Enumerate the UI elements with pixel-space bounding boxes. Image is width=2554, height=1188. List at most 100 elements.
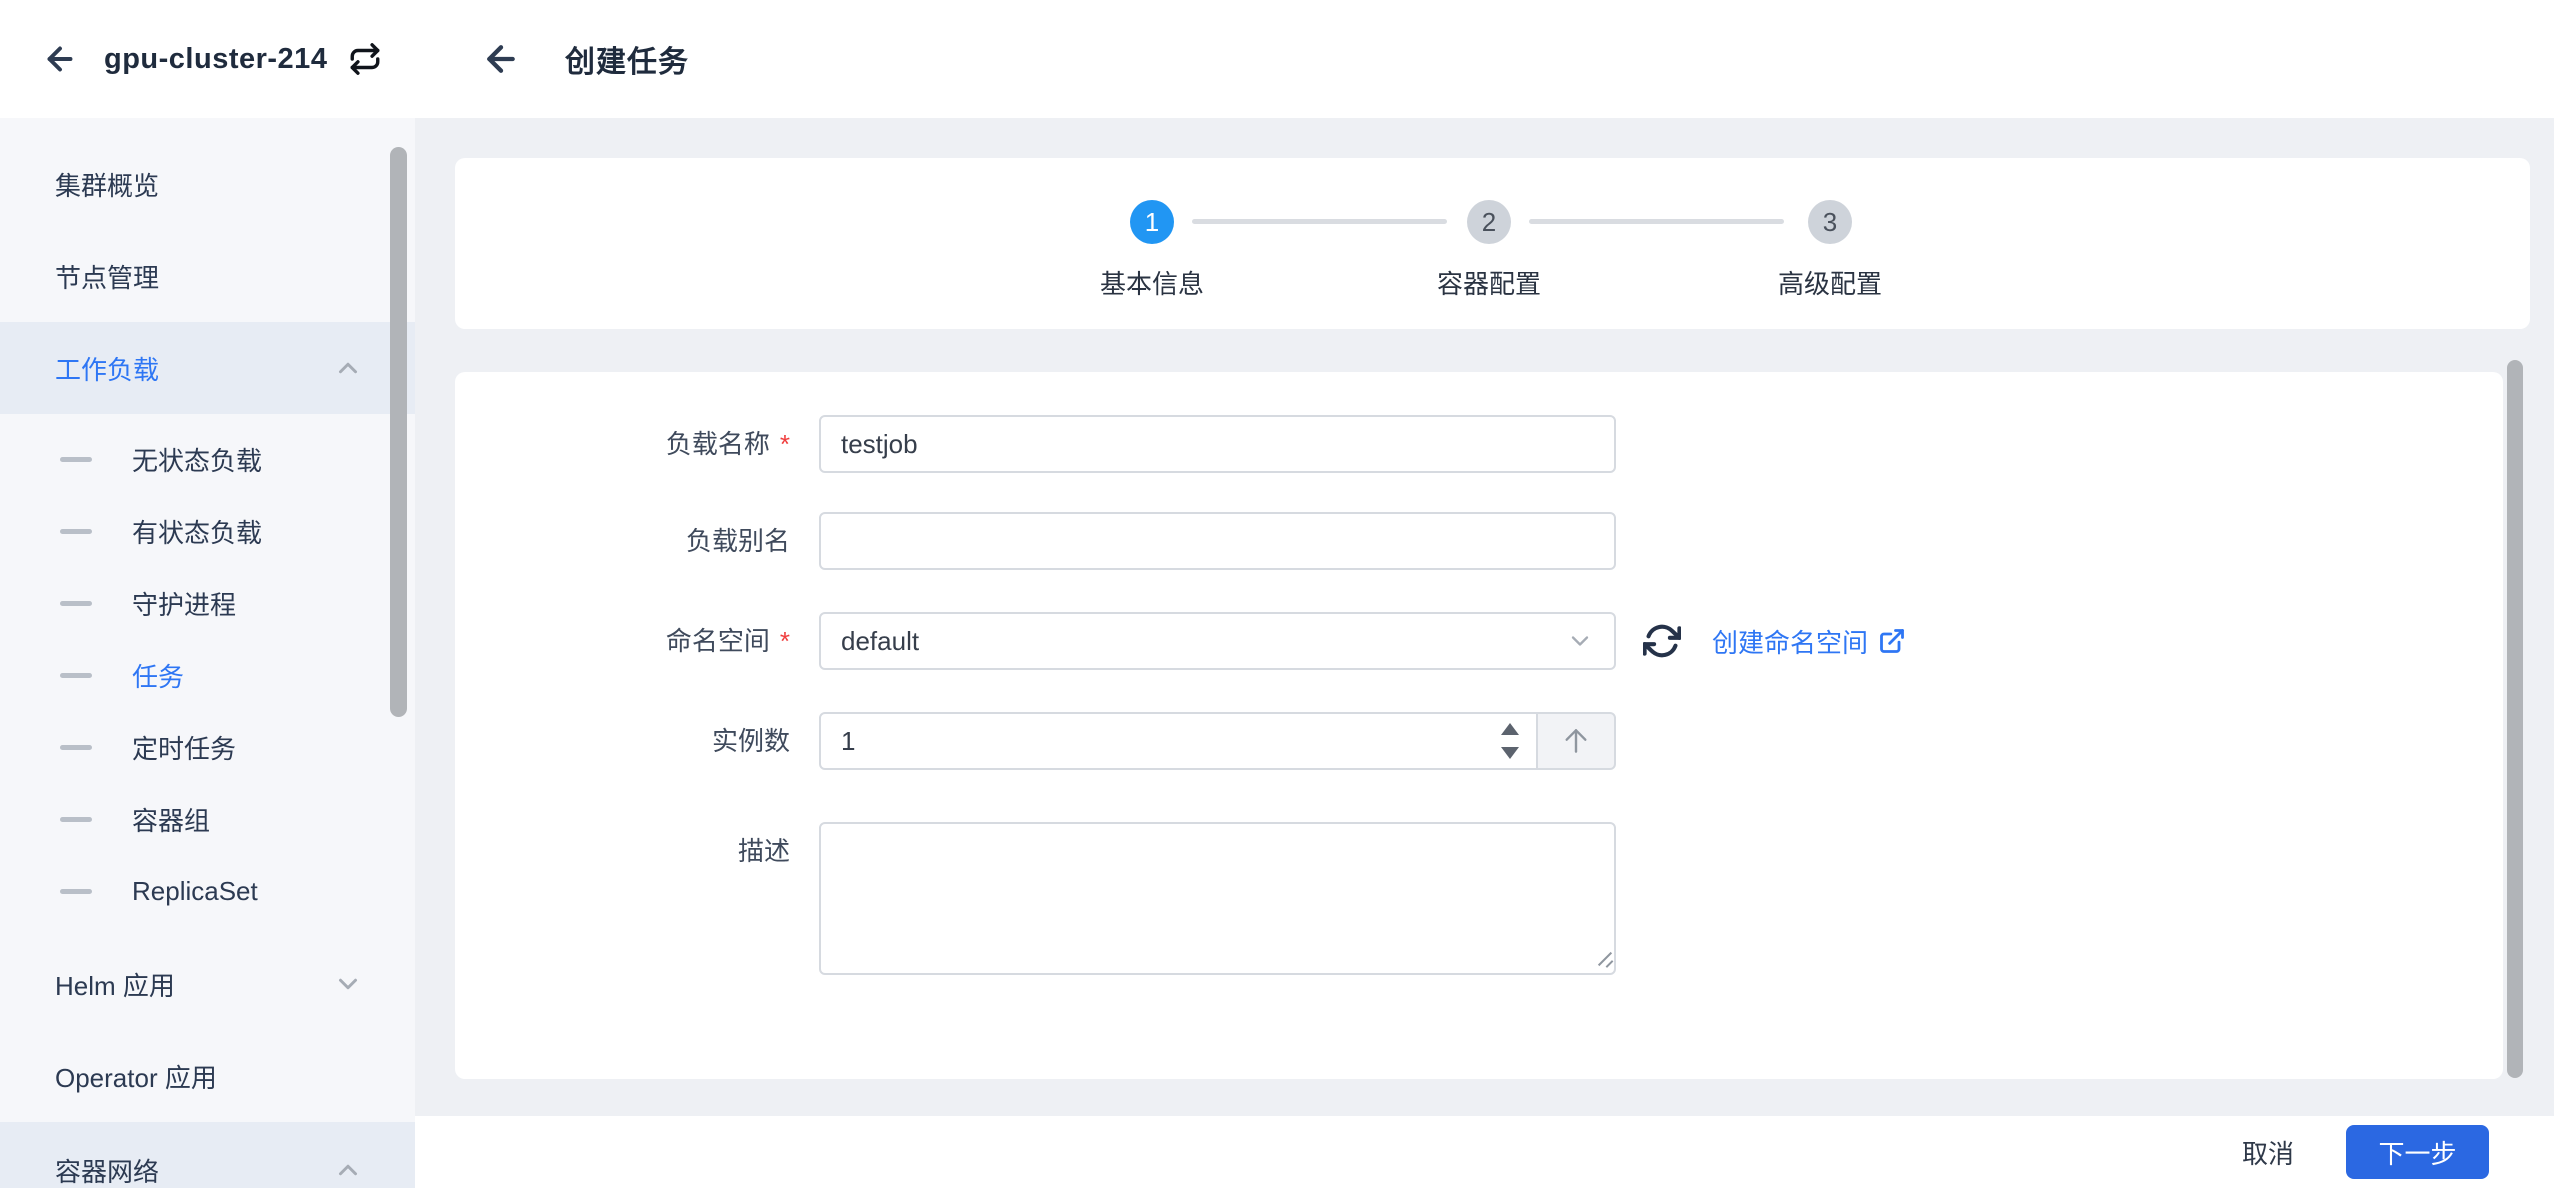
namespace-row: 命名空间* default 创建命名空间: [455, 612, 2503, 670]
workload-alias-input[interactable]: [819, 512, 1616, 570]
chevron-down-icon: [333, 969, 363, 999]
create-namespace-link[interactable]: 创建命名空间: [1712, 623, 1906, 660]
main-area: 创建任务 1 2 3 基本信息 容器配置 高级配置 负载名称 *: [415, 0, 2554, 1188]
replicas-row: 实例数: [455, 712, 2503, 770]
page-body: 1 2 3 基本信息 容器配置 高级配置 负载名称 *: [415, 118, 2554, 1188]
dash-icon: [60, 601, 92, 606]
step-number: 3: [1823, 207, 1837, 238]
content-scrollbar[interactable]: [2507, 360, 2523, 1078]
sidebar-item-helm-apps[interactable]: Helm 应用: [0, 938, 415, 1030]
field-label-text: 负载别名: [686, 526, 790, 556]
sidebar-item-label: 定时任务: [132, 729, 236, 766]
step-number: 2: [1482, 207, 1496, 238]
chevron-up-icon: [333, 353, 363, 383]
steps-card: 1 2 3 基本信息 容器配置 高级配置: [455, 158, 2530, 329]
arrow-left-icon: [481, 39, 521, 79]
replicas-input[interactable]: [819, 712, 1538, 770]
replicas-label: 实例数: [455, 712, 790, 770]
dash-icon: [60, 889, 92, 894]
step-1-circle: 1: [1130, 200, 1174, 244]
arrow-up-icon: [1560, 725, 1592, 757]
dash-icon: [60, 745, 92, 750]
sidebar-item-label: 无状态负载: [132, 441, 262, 478]
sidebar-scrollbar[interactable]: [390, 147, 407, 717]
spinner-up-button[interactable]: [1492, 717, 1528, 741]
chevron-up-icon: [333, 1155, 363, 1185]
sidebar-item-label: 任务: [132, 657, 184, 694]
cancel-button[interactable]: 取消: [2222, 1124, 2314, 1181]
dash-icon: [60, 673, 92, 678]
refresh-icon: [1643, 622, 1681, 660]
step-3-circle: 3: [1808, 200, 1852, 244]
step-2-circle: 2: [1467, 200, 1511, 244]
cluster-back-button[interactable]: [38, 37, 82, 81]
step-connector: [1192, 219, 1447, 224]
required-marker: *: [780, 429, 790, 459]
page-header: 创建任务: [415, 0, 2554, 118]
sidebar-item-label: 集群概览: [55, 166, 159, 203]
basic-info-form: 负载名称 * 负载别名 命名空间* default: [455, 372, 2503, 1079]
sidebar-item-label: 工作负载: [55, 350, 159, 387]
step-1-label: 基本信息: [1032, 264, 1272, 301]
sidebar-item-label: 容器组: [132, 801, 210, 838]
nav-gap: [0, 927, 415, 938]
sidebar-item-cluster-overview[interactable]: 集群概览: [0, 138, 415, 230]
description-textarea[interactable]: [819, 822, 1616, 975]
sidebar-item-label: 守护进程: [132, 585, 236, 622]
field-label-text: 描述: [738, 836, 790, 866]
next-step-button[interactable]: 下一步: [2346, 1125, 2489, 1179]
step-3-label: 高级配置: [1710, 264, 1950, 301]
replicas-input-wrap: [819, 712, 1538, 770]
switch-cluster-button[interactable]: [343, 37, 387, 81]
sidebar-item-label: Operator 应用: [55, 1058, 217, 1095]
sidebar-item-pods[interactable]: 容器组: [0, 783, 415, 855]
field-label-text: 命名空间: [666, 626, 770, 656]
chevron-down-icon: [1566, 627, 1594, 655]
description-row: 描述: [455, 822, 2503, 975]
sidebar-item-label: 容器网络: [55, 1152, 159, 1188]
sidebar-item-operator-apps[interactable]: Operator 应用: [0, 1030, 415, 1122]
page-back-button[interactable]: [477, 35, 525, 83]
field-label-text: 实例数: [712, 726, 790, 756]
field-label-text: 负载名称: [666, 429, 770, 459]
sidebar-item-label: 节点管理: [55, 258, 159, 295]
workload-name-label: 负载名称 *: [455, 415, 790, 473]
sidebar-nav: 集群概览 节点管理 工作负载 无状态负载 有状态负载 守护进程 任务: [0, 118, 415, 1188]
sidebar: gpu-cluster-214 集群概览 节点管理 工作负载 无状态负载 有状态…: [0, 0, 415, 1188]
sidebar-item-container-network[interactable]: 容器网络: [0, 1122, 415, 1188]
step-2-label: 容器配置: [1369, 264, 1609, 301]
workload-name-row: 负载名称 *: [455, 415, 2503, 473]
sidebar-item-replicasets[interactable]: ReplicaSet: [0, 855, 415, 927]
sidebar-item-statefulsets[interactable]: 有状态负载: [0, 495, 415, 567]
step-number: 1: [1145, 207, 1159, 238]
step-connector: [1529, 219, 1784, 224]
triangle-up-icon: [1501, 723, 1519, 735]
sidebar-item-workloads[interactable]: 工作负载: [0, 322, 415, 414]
sidebar-item-label: ReplicaSet: [132, 876, 258, 907]
namespace-label: 命名空间*: [455, 612, 790, 670]
sidebar-item-label: Helm 应用: [55, 966, 175, 1003]
create-namespace-label: 创建命名空间: [1712, 623, 1868, 660]
sidebar-item-cronjobs[interactable]: 定时任务: [0, 711, 415, 783]
external-link-icon: [1878, 627, 1906, 655]
page-title: 创建任务: [565, 37, 689, 81]
refresh-namespaces-button[interactable]: [1640, 619, 1684, 663]
namespace-select[interactable]: default: [819, 612, 1616, 670]
dash-icon: [60, 817, 92, 822]
namespace-selected-value: default: [841, 626, 919, 657]
sidebar-item-deployments[interactable]: 无状态负载: [0, 423, 415, 495]
dash-icon: [60, 457, 92, 462]
sidebar-header: gpu-cluster-214: [0, 0, 415, 118]
spinner-down-button[interactable]: [1492, 741, 1528, 765]
workload-alias-label: 负载别名: [455, 512, 790, 570]
scale-up-button[interactable]: [1536, 712, 1616, 770]
workload-alias-row: 负载别名: [455, 512, 2503, 570]
triangle-down-icon: [1501, 747, 1519, 759]
sidebar-item-jobs[interactable]: 任务: [0, 639, 415, 711]
sidebar-item-node-management[interactable]: 节点管理: [0, 230, 415, 322]
arrow-left-icon: [42, 41, 78, 77]
replicas-spinner: [1492, 717, 1528, 765]
sidebar-item-daemonsets[interactable]: 守护进程: [0, 567, 415, 639]
dash-icon: [60, 529, 92, 534]
workload-name-input[interactable]: [819, 415, 1616, 473]
